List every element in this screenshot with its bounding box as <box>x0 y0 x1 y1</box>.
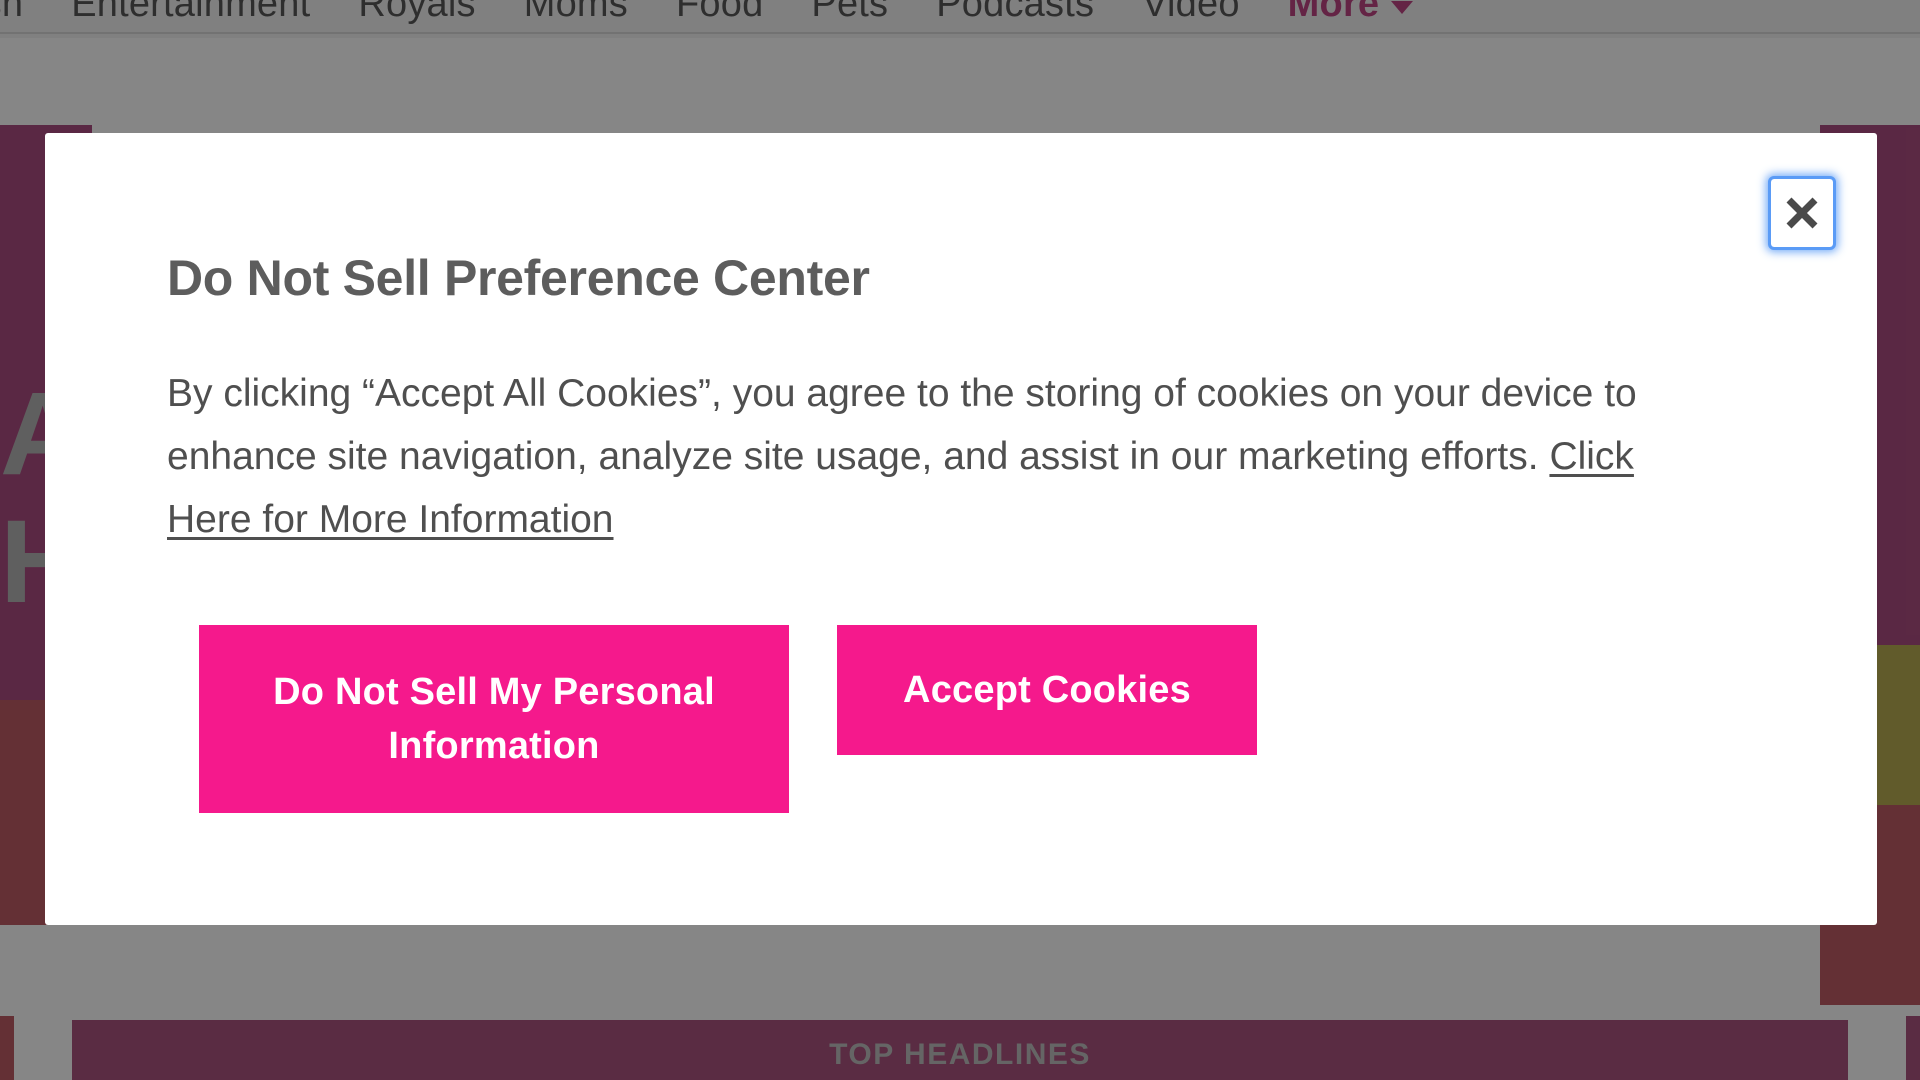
do-not-sell-preference-dialog: Do Not Sell Preference Center By clickin… <box>45 133 1877 925</box>
screen: ish Entertainment Royals Moms Food Pets … <box>0 0 1920 1080</box>
page-title: Do Not Sell Preference Center <box>167 250 870 306</box>
do-not-sell-button[interactable]: Do Not Sell My Personal Information <box>199 625 789 813</box>
overlay-top-strip <box>0 0 1920 38</box>
dialog-description: By clicking “Accept All Cookies”, you ag… <box>167 362 1727 551</box>
accept-cookies-button[interactable]: Accept Cookies <box>837 625 1257 755</box>
dialog-description-text: By clicking “Accept All Cookies”, you ag… <box>167 372 1637 478</box>
dialog-action-buttons: Do Not Sell My Personal Information Acce… <box>167 625 1767 813</box>
dialog-content: Do Not Sell Preference Center By clickin… <box>167 250 1767 813</box>
close-icon[interactable] <box>1768 176 1836 250</box>
